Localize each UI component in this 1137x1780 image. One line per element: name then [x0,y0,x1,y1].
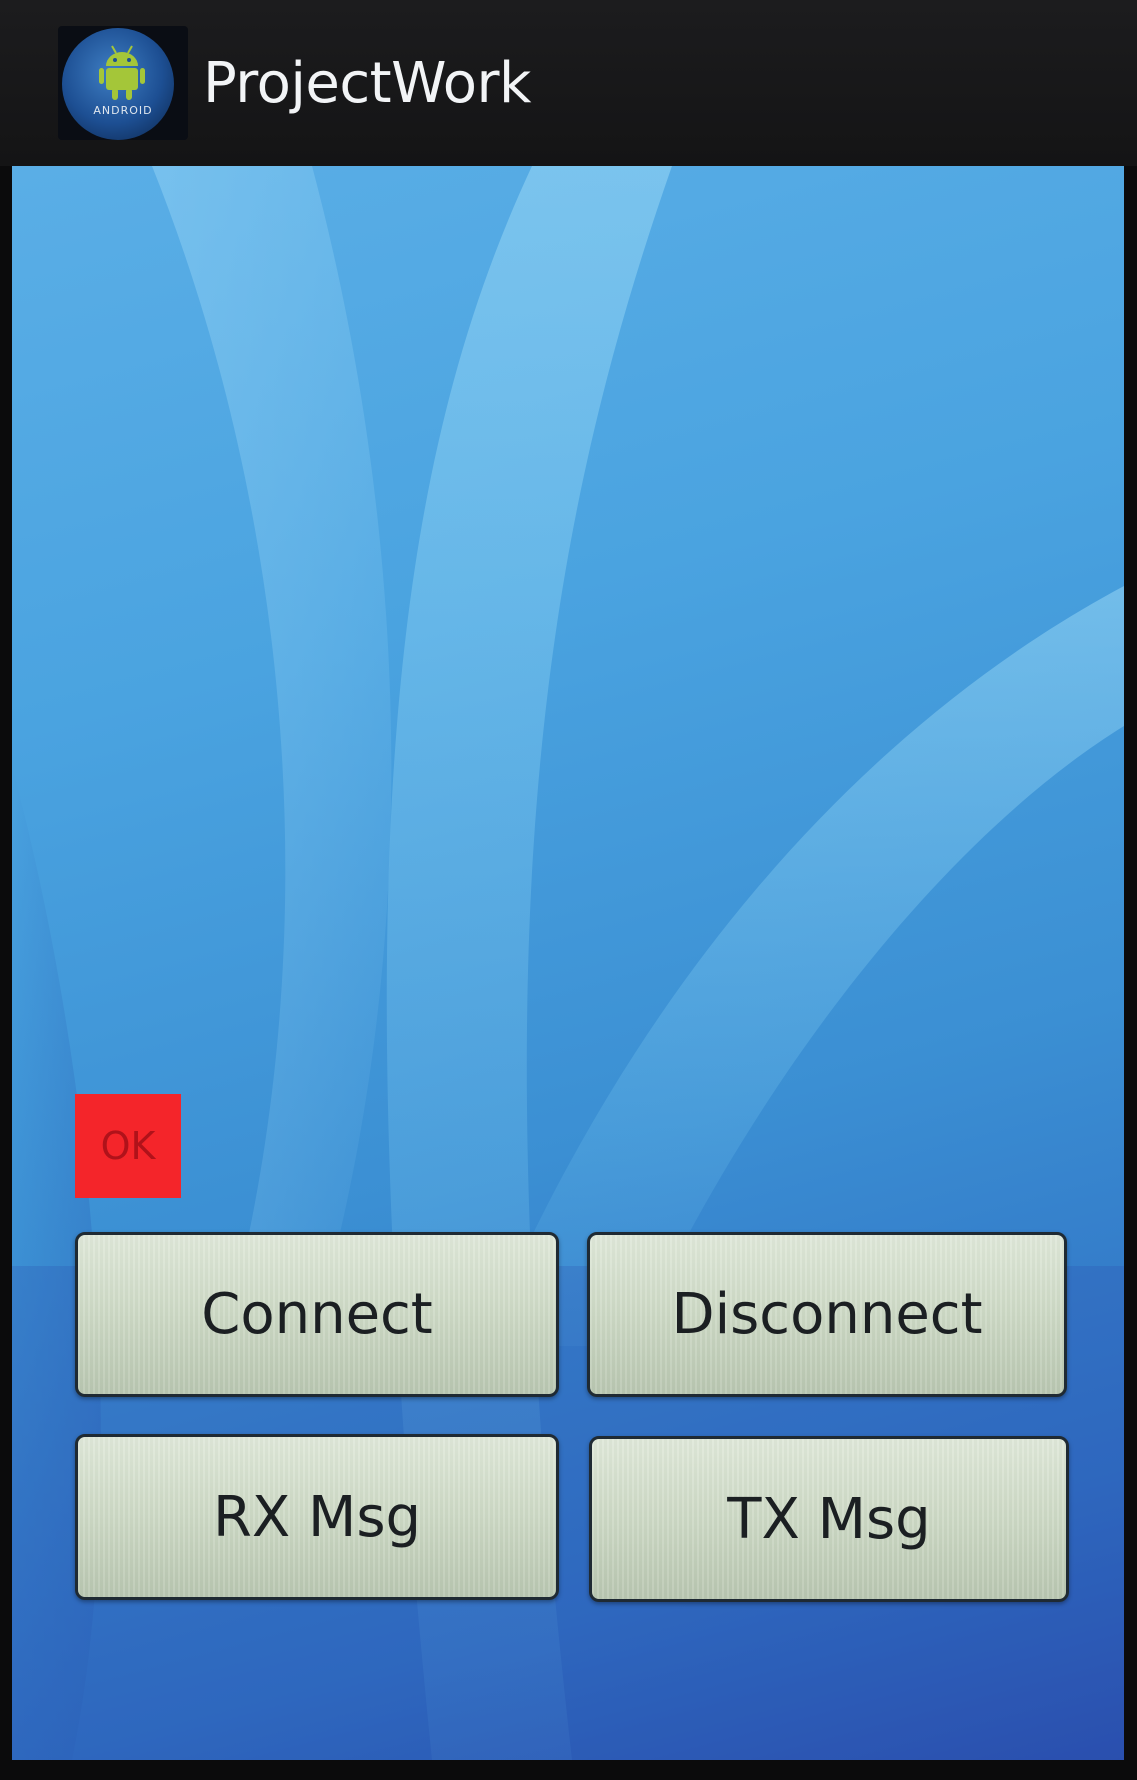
app-icon[interactable]: ANDROID [58,26,188,140]
app-icon-brand-text: ANDROID [93,104,153,117]
rx-msg-button[interactable]: RX Msg [75,1434,559,1600]
status-ok-indicator: OK [75,1094,181,1198]
tx-msg-button[interactable]: TX Msg [589,1436,1069,1602]
disconnect-button[interactable]: Disconnect [587,1232,1067,1397]
android-robot-icon [99,45,145,100]
connect-button[interactable]: Connect [75,1232,559,1397]
main-content: OK Connect Disconnect RX Msg TX Msg [12,166,1124,1760]
app-screen: ANDROID ProjectWork OK Connect Disconnec… [0,0,1137,1780]
app-title: ProjectWork [203,51,531,116]
action-bar: ANDROID ProjectWork [0,0,1137,166]
